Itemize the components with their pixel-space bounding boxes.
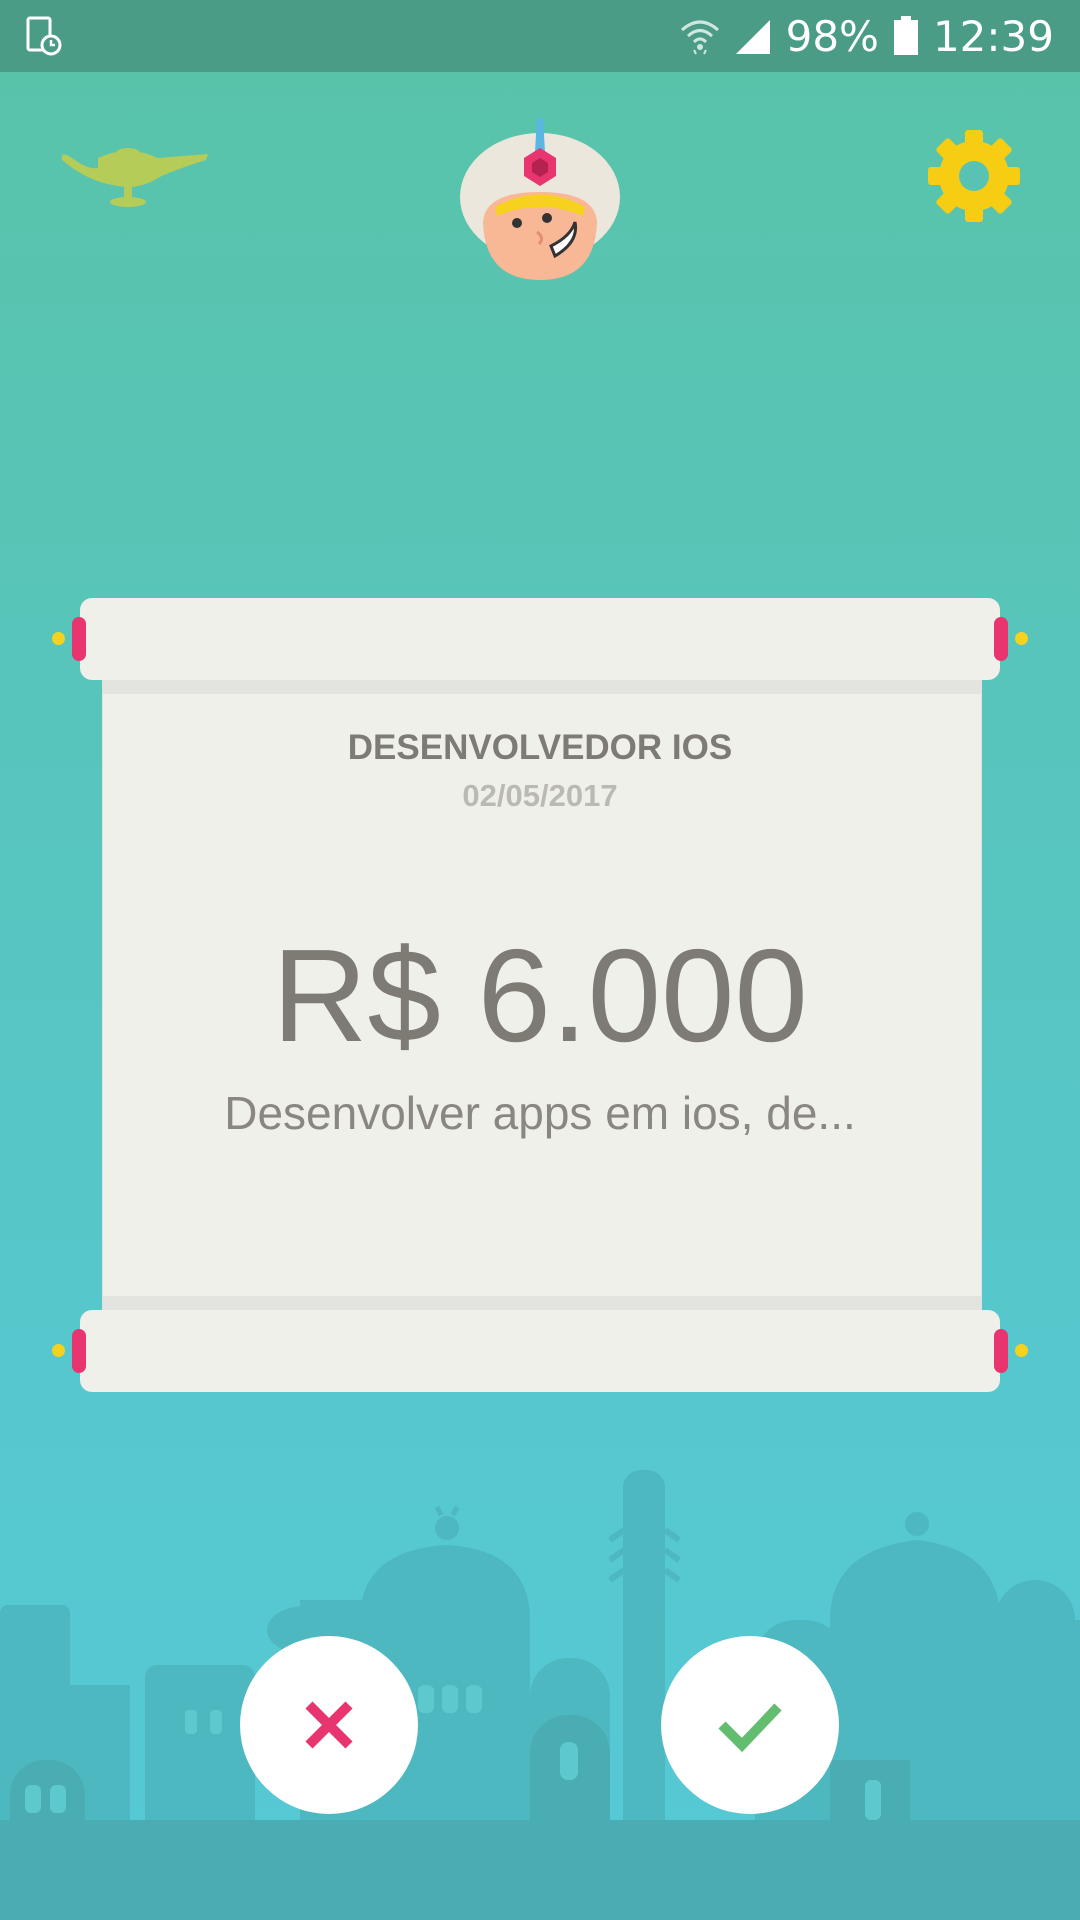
status-bar: 98% 12:39: [0, 0, 1080, 72]
screenshot-icon: [26, 16, 62, 56]
scroll-bottom-roll: [52, 1310, 1028, 1392]
salary-amount: R$ 6.000: [272, 922, 808, 1069]
genie-avatar: [460, 118, 620, 280]
lamp-icon[interactable]: [58, 140, 213, 220]
accept-button[interactable]: [661, 1636, 839, 1814]
close-icon: [305, 1701, 353, 1749]
battery-icon: [893, 16, 918, 55]
city-skyline-illustration: [0, 1470, 1080, 1920]
job-description: Desenvolver apps em ios, de...: [224, 1087, 856, 1139]
battery-percent: 98%: [785, 11, 879, 61]
signal-icon: [735, 20, 770, 54]
job-title: DESENVOLVEDOR IOS: [347, 728, 733, 767]
reject-button[interactable]: [240, 1636, 418, 1814]
check-icon: [718, 1703, 782, 1753]
job-card[interactable]: DESENVOLVEDOR IOS 02/05/2017 R$ 6.000 De…: [52, 598, 1028, 1393]
clock: 12:39: [932, 11, 1054, 61]
job-date: 02/05/2017: [462, 778, 618, 813]
settings-gear-icon[interactable]: [928, 130, 1020, 222]
status-right: 98% 12:39: [680, 0, 1054, 72]
scroll-top-roll: [52, 598, 1028, 680]
wifi-icon: [680, 20, 719, 55]
